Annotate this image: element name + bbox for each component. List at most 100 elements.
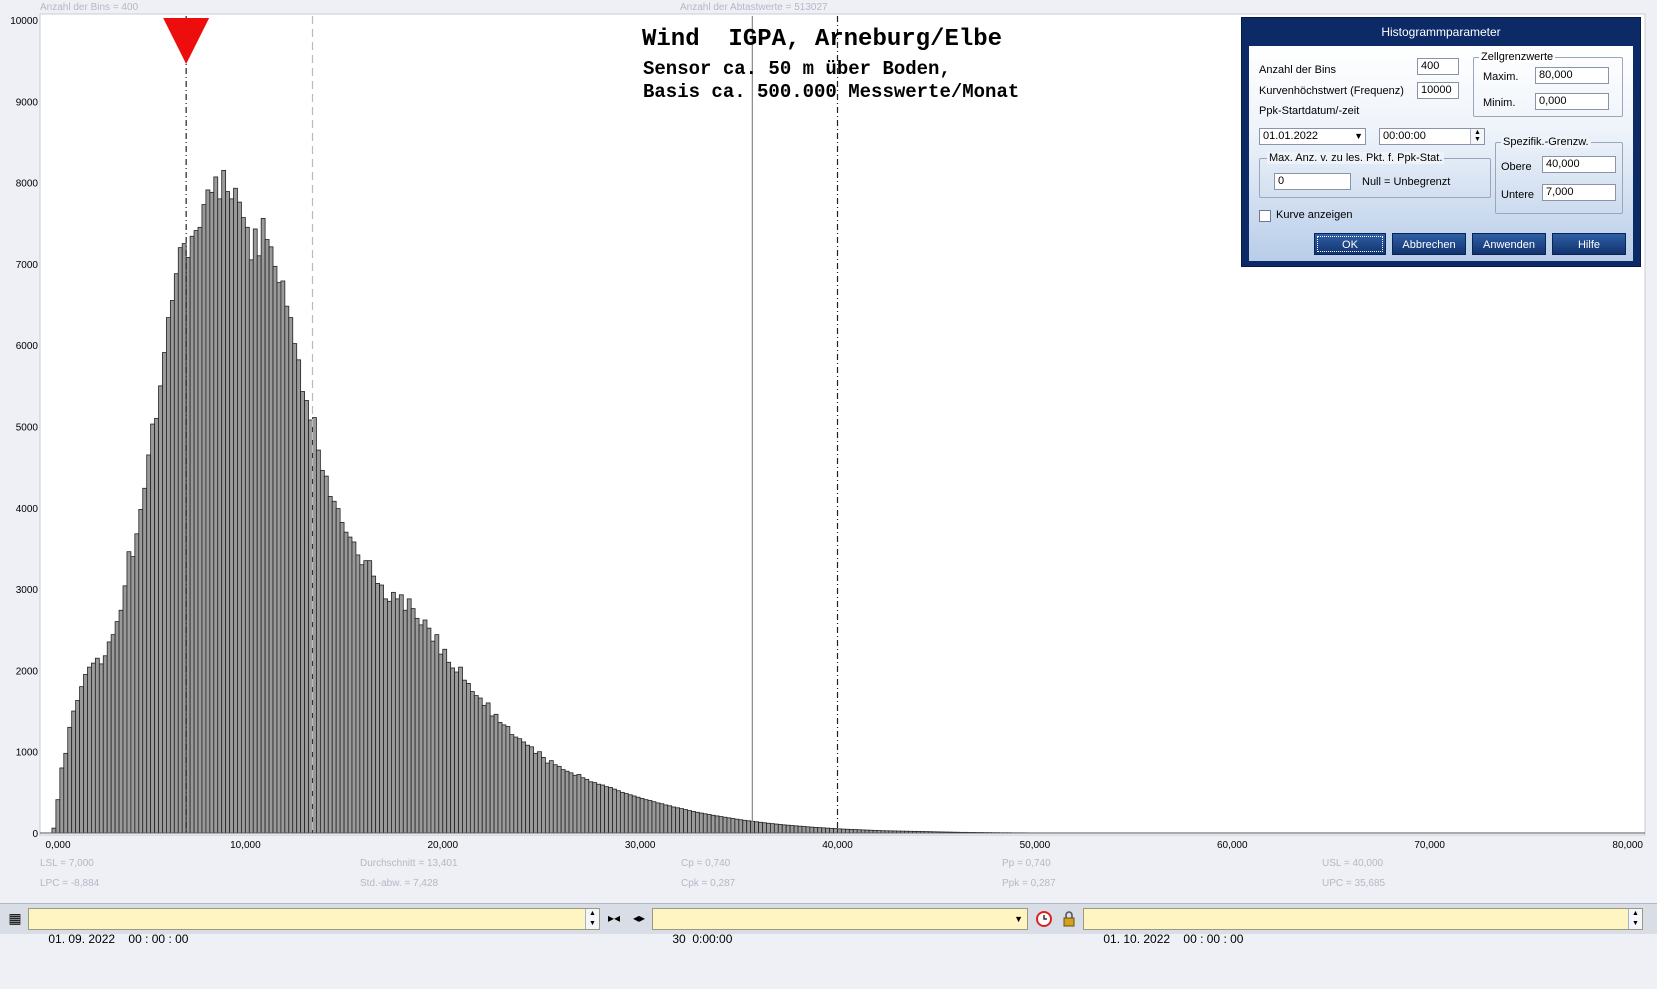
start-time-input[interactable]: 00:00:00 ▲▼: [1379, 128, 1485, 145]
histogram-bar: [115, 622, 119, 833]
histogram-bar: [711, 815, 715, 833]
histogram-bar: [707, 815, 711, 833]
max-points-input[interactable]: 0: [1274, 173, 1351, 190]
histogram-bar: [356, 555, 360, 833]
apply-button[interactable]: Anwenden: [1472, 233, 1546, 255]
histogram-bar: [210, 192, 214, 833]
end-spinner[interactable]: ▲▼: [1628, 909, 1642, 929]
histogram-bar: [143, 488, 147, 833]
cancel-button[interactable]: Abbrechen: [1392, 233, 1466, 255]
shift-left-icon[interactable]: ▸◂: [602, 908, 626, 930]
lower-input[interactable]: 7,000: [1542, 184, 1616, 201]
chevron-down-icon[interactable]: ▼: [1014, 909, 1023, 929]
max-label: Maxim.: [1483, 71, 1518, 83]
histogram-bar: [407, 599, 411, 833]
histogram-bar: [841, 829, 845, 833]
bins-label: Anzahl der Bins: [1259, 64, 1336, 76]
histogram-bar: [151, 424, 155, 833]
histogram-bar: [431, 641, 435, 833]
histogram-bar: [297, 360, 301, 833]
upper-input[interactable]: 40,000: [1542, 156, 1616, 173]
histogram-bar: [719, 817, 723, 833]
histogram-bar: [834, 829, 838, 833]
histogram-bar: [577, 774, 581, 833]
y-tick-label: 4000: [16, 504, 39, 515]
histogram-bar: [368, 561, 372, 833]
start-time-value: 00:00:00: [1383, 130, 1426, 142]
histogram-bar: [226, 192, 230, 833]
histogram-bar: [739, 820, 743, 833]
histogram-bar: [249, 260, 253, 833]
min-input[interactable]: 0,000: [1535, 93, 1609, 110]
histogram-bar: [265, 240, 269, 833]
y-tick-label: 3000: [16, 585, 39, 596]
shift-right-icon[interactable]: ◂▸: [627, 908, 651, 930]
histogram-bar: [537, 752, 541, 833]
histogram-bar: [462, 680, 466, 833]
histogram-bar: [628, 795, 632, 833]
stat-usl: USL = 40,000: [1322, 858, 1383, 869]
calendar-icon[interactable]: ▦: [4, 908, 26, 930]
duration-select[interactable]: 30 0:00:00 ▼: [652, 908, 1028, 930]
histogram-bar: [723, 817, 727, 833]
show-curve-checkbox[interactable]: [1259, 210, 1271, 222]
bins-input[interactable]: 400: [1417, 58, 1459, 75]
histogram-bar: [230, 199, 234, 833]
histogram-bar: [301, 392, 305, 833]
chevron-down-icon[interactable]: ▼: [1354, 129, 1363, 144]
x-tick-label: 70,000: [1414, 840, 1445, 851]
histogram-bar: [620, 792, 624, 833]
histogram-bar: [56, 800, 60, 833]
histogram-bar: [589, 782, 593, 833]
histogram-bar: [597, 784, 601, 833]
histogram-bar: [668, 806, 672, 833]
histogram-bar: [786, 825, 790, 833]
lock-icon[interactable]: [1058, 908, 1080, 930]
histogram-bar: [794, 826, 798, 833]
x-axis-ticks: 0,00010,00020,00030,00040,00050,00060,00…: [45, 840, 1643, 851]
histogram-bar: [530, 747, 534, 833]
histogram-bar: [170, 300, 174, 833]
stat-cpk: Cpk = 0,287: [681, 878, 735, 889]
histogram-bar: [470, 692, 474, 833]
histogram-bar: [644, 800, 648, 833]
freq-input[interactable]: 10000: [1417, 82, 1459, 99]
time-spinner[interactable]: ▲▼: [1470, 129, 1484, 144]
dialog-title: Histogrammparameter: [1242, 18, 1640, 46]
histogram-bar: [474, 696, 478, 833]
histogram-bar: [348, 537, 352, 833]
histogram-bar: [387, 601, 391, 833]
histogram-bar: [423, 620, 427, 833]
duration-value: 30 0:00:00: [672, 932, 732, 946]
histogram-bar: [636, 797, 640, 833]
histogram-bar: [676, 808, 680, 833]
histogram-bar: [135, 534, 139, 833]
histogram-bar: [699, 813, 703, 833]
histogram-bar: [399, 595, 403, 833]
y-tick-label: 10000: [10, 16, 38, 27]
histogram-bar: [632, 796, 636, 833]
stat-pp: Pp = 0,740: [1002, 858, 1051, 869]
histogram-bar: [486, 703, 490, 833]
start-spinner[interactable]: ▲▼: [585, 909, 599, 929]
histogram-bar: [522, 742, 526, 833]
max-input[interactable]: 80,000: [1535, 67, 1609, 84]
histogram-bar: [60, 768, 64, 833]
y-tick-label: 9000: [16, 97, 39, 108]
histogram-bar: [790, 826, 794, 833]
histogram-bar: [324, 476, 328, 833]
histogram-bar: [541, 757, 545, 833]
ok-button[interactable]: OK: [1314, 233, 1386, 255]
histogram-bar: [518, 739, 522, 833]
histogram-bar: [755, 822, 759, 833]
clock-icon[interactable]: [1033, 908, 1055, 930]
histogram-bar: [853, 830, 857, 833]
histogram-bar: [139, 509, 143, 833]
histogram-bar: [360, 565, 364, 833]
end-datetime-input[interactable]: 01. 10. 2022 00 : 00 : 00 ▲▼: [1083, 908, 1643, 930]
x-tick-label: 20,000: [427, 840, 458, 851]
histogram-bar: [459, 667, 463, 833]
start-date-select[interactable]: 01.01.2022 ▼: [1259, 128, 1366, 145]
start-datetime-input[interactable]: 01. 09. 2022 00 : 00 : 00 ▲▼: [28, 908, 600, 930]
help-button[interactable]: Hilfe: [1552, 233, 1626, 255]
